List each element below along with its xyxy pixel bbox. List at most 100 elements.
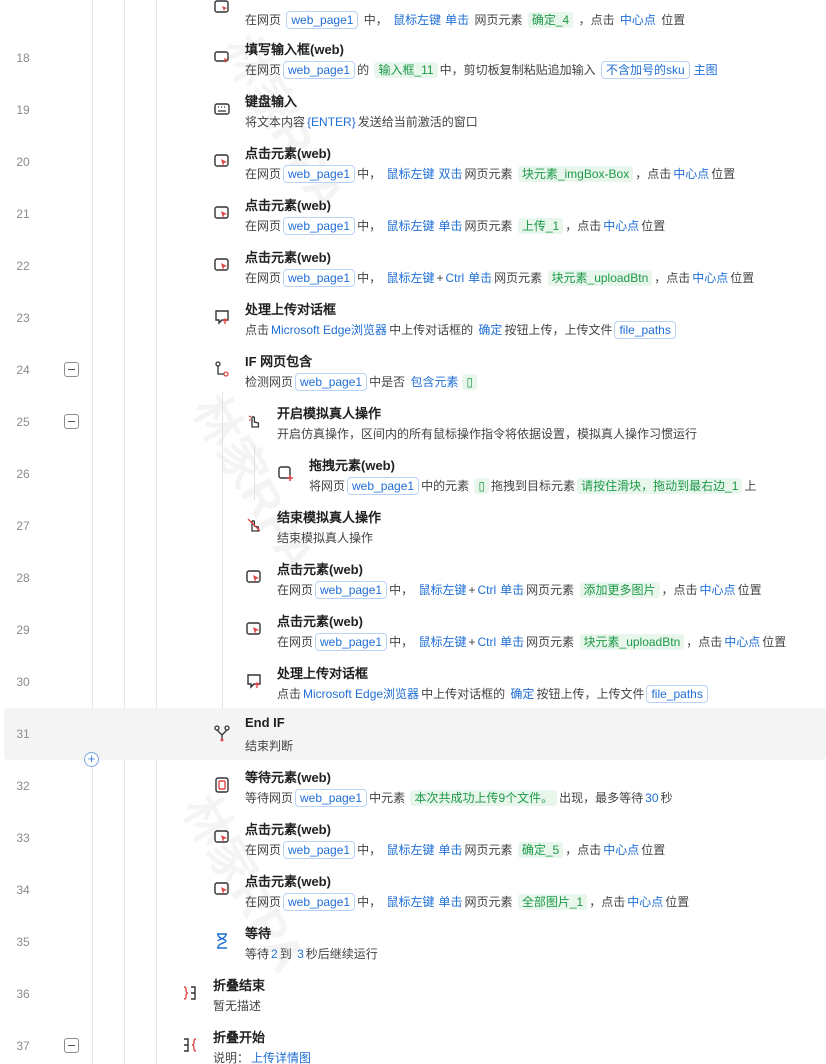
step-title: 折叠开始	[213, 1030, 266, 1045]
line-number: 31	[16, 727, 30, 741]
step-row[interactable]: 33 点击元素(web) 在网页 web_page1 中， 鼠标左键 单击 网页元素 确…	[0, 812, 826, 864]
step-desc: 在网页 web_page1 中， 鼠标左键 双击 网页元素 块元素_imgBox-Box…	[245, 165, 736, 183]
step-desc: 将网页 web_page1 中的元素 ▯ 拖拽到目标元素 请按住滑块，拖动到最右边_1 上	[309, 477, 757, 495]
step-title: 点击元素(web)	[245, 874, 331, 889]
click-element-icon	[213, 204, 231, 222]
line-number: 30	[16, 675, 30, 689]
line-number: 20	[16, 155, 30, 169]
step-desc: 结束判断	[245, 739, 294, 753]
step-row[interactable]: 30 处理上传对话框 点击 Microsoft Edge浏览器 中上传对话框的 确定…	[0, 656, 826, 708]
step-row-partial[interactable]: 在网页 web_page1 中， 鼠标左键 单击 网页元素 确定_4 ，点击 中心…	[0, 0, 826, 34]
step-desc: 在网页 web_page1 中， 鼠标左键 单击 网页元素 上传_1 ，点击 中心点 位置	[245, 217, 666, 235]
step-row[interactable]: 25 开启模拟真人操作 开启仿真操作，区间内的所有鼠标操作指令将依据设置，模拟真…	[0, 396, 826, 448]
step-title: 点击元素(web)	[245, 250, 331, 265]
line-number: 37	[16, 1039, 30, 1053]
step-row[interactable]: 24 IF 网页包含 检测网页 web_page1 中是否 包含元素 ▯	[0, 344, 826, 396]
step-row[interactable]: 28 点击元素(web) 在网页 web_page1 中， 鼠标左键 + Ctrl 单击网…	[0, 552, 826, 604]
step-row[interactable]: 26 拖拽元素(web) 将网页 web_page1 中的元素 ▯ 拖拽到目标元素 请按…	[0, 448, 826, 500]
step-desc: 开启仿真操作，区间内的所有鼠标操作指令将依据设置，模拟真人操作习惯运行	[277, 427, 698, 441]
collapse-toggle[interactable]	[64, 362, 79, 377]
click-element-icon	[213, 256, 231, 274]
line-number: 35	[16, 935, 30, 949]
step-row[interactable]: 27 结束模拟真人操作 结束模拟真人操作	[0, 500, 826, 552]
step-desc: 暂无描述	[213, 999, 262, 1013]
line-number: 18	[16, 51, 30, 65]
fill-input-icon	[213, 48, 231, 66]
step-title: 等待	[245, 926, 272, 941]
step-desc: 在网页 web_page1 中， 鼠标左键 单击 网页元素 确定_5 ，点击 中心点 位置	[245, 841, 666, 859]
step-desc: 检测网页 web_page1 中是否 包含元素 ▯	[245, 373, 479, 391]
step-title: 结束模拟真人操作	[277, 510, 382, 525]
step-desc: 在网页 web_page1 中， 鼠标左键 + Ctrl 单击 网页元素 块元素_uploa…	[245, 269, 755, 287]
step-row[interactable]: 35 等待 等待 2 到 3 秒后继续运行	[0, 916, 826, 968]
step-title: 点击元素(web)	[277, 562, 363, 577]
step-row-selected[interactable]: 31 End IF 结束判断	[4, 708, 826, 760]
step-row[interactable]: 29 点击元素(web) 在网页 web_page1 中， 鼠标左键 + Ctrl 单击网…	[0, 604, 826, 656]
wait-element-icon	[213, 776, 231, 794]
line-number: 26	[16, 467, 30, 481]
line-number: 23	[16, 311, 30, 325]
line-number: 27	[16, 519, 30, 533]
step-title: 等待元素(web)	[245, 770, 331, 785]
line-number: 33	[16, 831, 30, 845]
step-title: 点击元素(web)	[245, 822, 331, 837]
if-branch-icon	[213, 360, 231, 378]
flow-editor: 林家RPA 林家RPA 林家RPA 在网页 web_page1 中， 鼠标左键单…	[0, 0, 826, 1064]
step-title: 键盘输入	[245, 94, 298, 109]
step-title: 填写输入框(web)	[245, 42, 344, 57]
hand-stop-icon	[245, 516, 263, 534]
click-element-icon	[213, 828, 231, 846]
line-number: 28	[16, 571, 30, 585]
step-row[interactable]: 37 折叠开始 说明： 上传详情图	[0, 1020, 826, 1064]
step-title: 处理上传对话框	[277, 666, 369, 681]
step-title: IF 网页包含	[245, 354, 313, 369]
fold-start-icon	[181, 1036, 199, 1054]
line-number: 36	[16, 987, 30, 1001]
step-desc: 说明： 上传详情图	[213, 1051, 312, 1064]
step-desc: 在网页 web_page1 的 输入框_11 中，剪切板复制粘贴追加输入 不含加号的s…	[245, 61, 718, 79]
step-title: 点击元素(web)	[245, 198, 331, 213]
line-number: 22	[16, 259, 30, 273]
step-row[interactable]: 34 点击元素(web) 在网页 web_page1 中， 鼠标左键 单击 网页元素 全…	[0, 864, 826, 916]
step-title: 拖拽元素(web)	[309, 458, 395, 473]
click-element-icon	[213, 0, 231, 16]
drag-element-icon	[277, 464, 295, 482]
line-number: 29	[16, 623, 30, 637]
hourglass-icon	[213, 932, 231, 950]
step-desc: 等待 2 到 3 秒后继续运行	[245, 947, 378, 961]
click-element-icon	[213, 880, 231, 898]
step-desc: 将文本内容 {ENTER} 发送给当前激活的窗口	[245, 115, 478, 129]
step-row[interactable]: 32 等待元素(web) 等待网页 web_page1 中元素 本次共成功上传9个文…	[0, 760, 826, 812]
step-row[interactable]: 23 处理上传对话框 点击 Microsoft Edge浏览器 中上传对话框的 确定…	[0, 292, 826, 344]
end-if-icon	[213, 724, 231, 742]
keyboard-icon	[213, 100, 231, 118]
step-title: End IF	[245, 715, 285, 730]
click-element-icon	[245, 620, 263, 638]
click-element-icon	[245, 568, 263, 586]
step-row[interactable]: 21 点击元素(web) 在网页 web_page1 中， 鼠标左键 单击 网页元素 上…	[0, 188, 826, 240]
step-desc: 在网页 web_page1 中， 鼠标左键 单击 网页元素 全部图片_1 ，点击 中心点 位置	[245, 893, 690, 911]
step-row[interactable]: 36 折叠结束 暂无描述	[0, 968, 826, 1020]
step-desc: 等待网页 web_page1 中元素 本次共成功上传9个文件。 出现，最多等待 30 秒	[245, 789, 673, 807]
line-number: 24	[16, 363, 30, 377]
step-row[interactable]: 22 点击元素(web) 在网页 web_page1 中， 鼠标左键 + Ctrl 单击网…	[0, 240, 826, 292]
step-title: 点击元素(web)	[277, 614, 363, 629]
step-desc: 在网页 web_page1 中， 鼠标左键 + Ctrl 单击 网页元素 添加更多图片 ，点击…	[277, 581, 762, 599]
line-number: 19	[16, 103, 30, 117]
step-row[interactable]: 20 点击元素(web) 在网页 web_page1 中， 鼠标左键 双击 网页元素 块…	[0, 136, 826, 188]
collapse-toggle[interactable]	[64, 1038, 79, 1053]
step-title: 处理上传对话框	[245, 302, 337, 317]
step-title: 折叠结束	[213, 978, 266, 993]
step-desc: 在网页 web_page1 中， 鼠标左键 + Ctrl 单击 网页元素 块元素_uploa…	[277, 633, 787, 651]
line-number: 25	[16, 415, 30, 429]
line-number: 32	[16, 779, 30, 793]
step-row[interactable]: 19 键盘输入 将文本内容 {ENTER} 发送给当前激活的窗口	[0, 84, 826, 136]
collapse-toggle[interactable]	[64, 414, 79, 429]
step-row[interactable]: 18 填写输入框(web) 在网页 web_page1 的 输入框_11 中，剪切板复…	[0, 32, 826, 84]
step-desc: 结束模拟真人操作	[277, 531, 374, 545]
step-title: 开启模拟真人操作	[277, 406, 382, 421]
upload-dialog-icon	[245, 672, 263, 690]
fold-end-icon	[181, 984, 199, 1002]
step-desc: 点击 Microsoft Edge浏览器 中上传对话框的 确定 按钮上传，上传文件 fi…	[277, 685, 710, 703]
hand-pointer-icon	[245, 412, 263, 430]
